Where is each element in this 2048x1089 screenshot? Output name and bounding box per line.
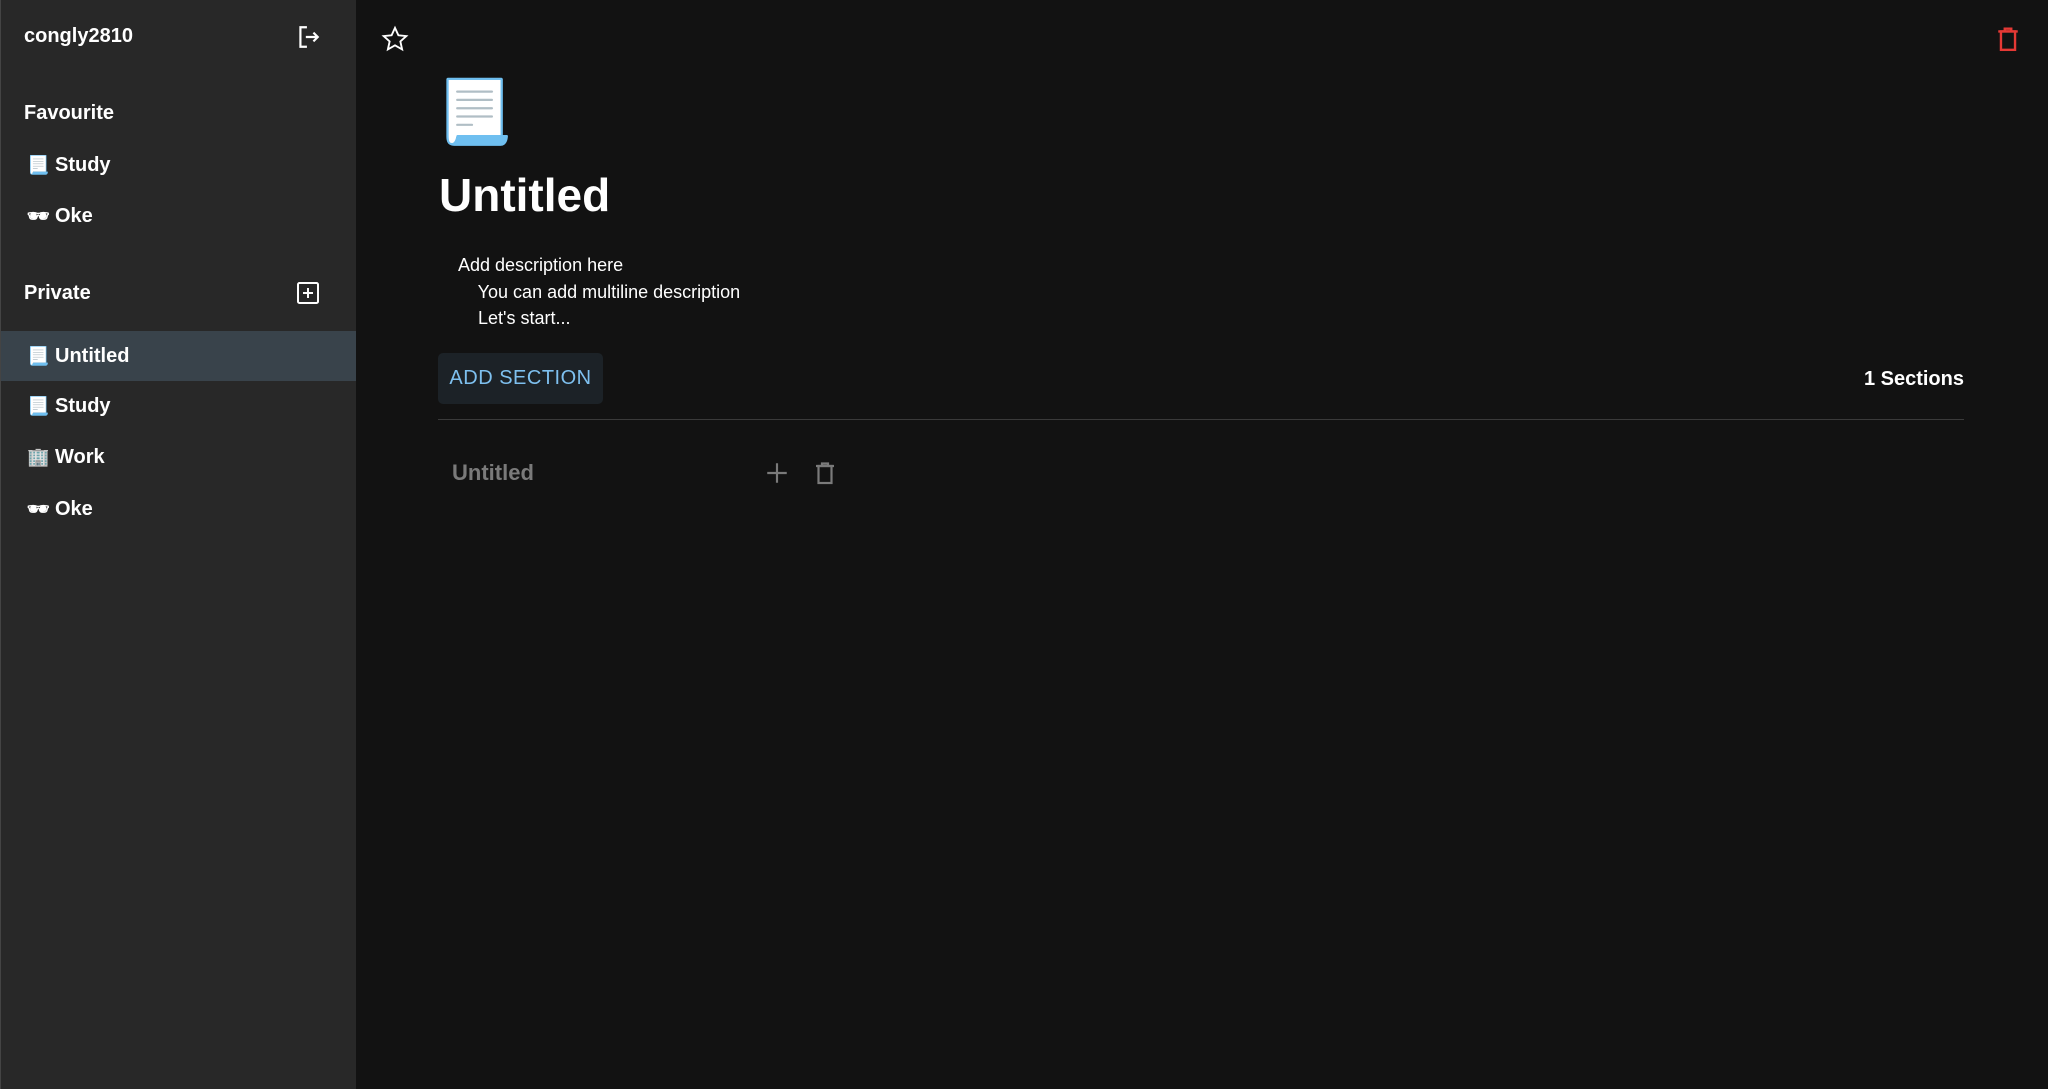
trash-icon [1998, 27, 2018, 52]
page-emoji-icon: 📃 [27, 154, 50, 175]
page-description[interactable]: Add description here You can add multili… [458, 252, 740, 332]
item-label: Oke [55, 204, 93, 227]
section-title-input[interactable]: Untitled [452, 460, 534, 486]
trash-icon [816, 462, 834, 485]
page-emoji-icon: 📃 [27, 395, 50, 416]
private-item-study[interactable]: 📃 Study [1, 381, 356, 431]
sidebar: congly2810 Favourite 📃 Study 🕶 Oke Private… [0, 0, 356, 1089]
item-label: Study [55, 394, 111, 417]
favourite-item-study[interactable]: 📃 Study [1, 140, 356, 190]
item-label: Study [55, 153, 111, 176]
page-icon-emoji[interactable]: 📃 [436, 82, 513, 144]
add-page-button[interactable] [294, 279, 322, 307]
office-building-emoji-icon: 🏢 [27, 446, 50, 467]
logout-button[interactable] [294, 23, 322, 51]
main-content: 📃 Untitled Add description here You can … [356, 0, 2048, 1089]
add-task-button[interactable] [763, 459, 791, 487]
favourite-item-oke[interactable]: 🕶 Oke [1, 191, 356, 241]
private-item-oke[interactable]: 🕶 Oke [1, 484, 356, 534]
private-heading: Private [24, 282, 91, 304]
private-item-untitled[interactable]: 📃 Untitled [1, 331, 356, 381]
add-section-button[interactable]: ADD SECTION [438, 353, 603, 404]
logout-icon [299, 26, 320, 48]
item-label: Untitled [55, 344, 130, 367]
page-title[interactable]: Untitled [439, 168, 610, 222]
plus-icon [767, 463, 787, 483]
favourite-toggle-button[interactable] [381, 25, 409, 53]
sections-count: 1 Sections [1863, 368, 1964, 390]
sunglasses-emoji-icon: 🕶 [27, 205, 50, 226]
item-label: Work [55, 445, 105, 468]
private-item-work[interactable]: 🏢 Work [1, 432, 356, 482]
delete-page-button[interactable] [1994, 25, 2022, 53]
divider [438, 419, 1964, 420]
sunglasses-emoji-icon: 🕶 [27, 498, 50, 519]
item-label: Oke [55, 497, 93, 520]
favourite-heading: Favourite [24, 102, 115, 124]
star-outline-icon [381, 25, 409, 52]
page-emoji-icon: 📃 [27, 345, 50, 366]
username: congly2810 [24, 25, 133, 47]
add-box-icon [297, 282, 319, 304]
delete-section-button[interactable] [811, 459, 839, 487]
